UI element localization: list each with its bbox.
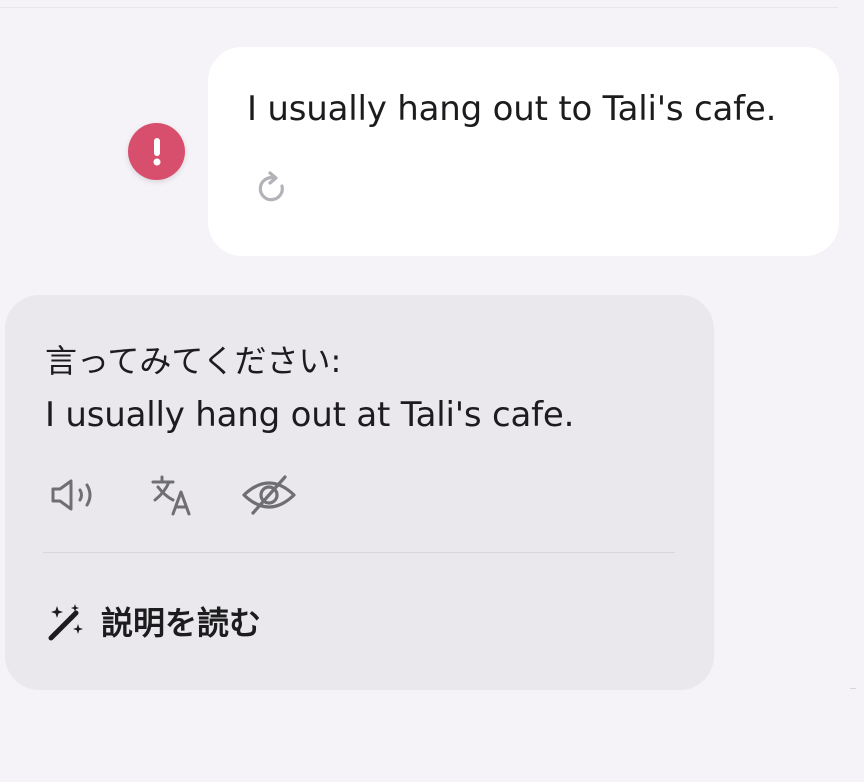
scroll-edge-mark	[850, 688, 856, 689]
card-divider	[43, 552, 675, 553]
magic-wand-icon	[48, 604, 83, 641]
read-explanation-button[interactable]: 説明を読む	[45, 599, 261, 647]
play-audio-button[interactable]	[45, 471, 105, 519]
retry-button[interactable]	[252, 167, 296, 211]
translate-icon	[151, 475, 191, 516]
error-badge[interactable]	[128, 123, 185, 180]
top-divider	[0, 7, 838, 8]
translate-button[interactable]	[145, 471, 201, 519]
user-message-text: I usually hang out to Tali's cafe.	[247, 89, 777, 129]
user-message-bubble: I usually hang out to Tali's cafe.	[208, 47, 839, 256]
exclamation-icon	[153, 137, 160, 165]
read-explanation-label: 説明を読む	[101, 604, 262, 642]
corrected-sentence: I usually hang out at Tali's cafe.	[45, 395, 575, 435]
eye-slash-icon	[242, 475, 296, 515]
retry-icon	[258, 171, 284, 202]
hide-text-button[interactable]	[237, 471, 301, 519]
speaker-icon	[51, 479, 92, 511]
suggestion-card: 言ってみてください: I usually hang out at Tali's …	[5, 295, 714, 690]
prompt-label: 言ってみてください:	[45, 342, 342, 380]
